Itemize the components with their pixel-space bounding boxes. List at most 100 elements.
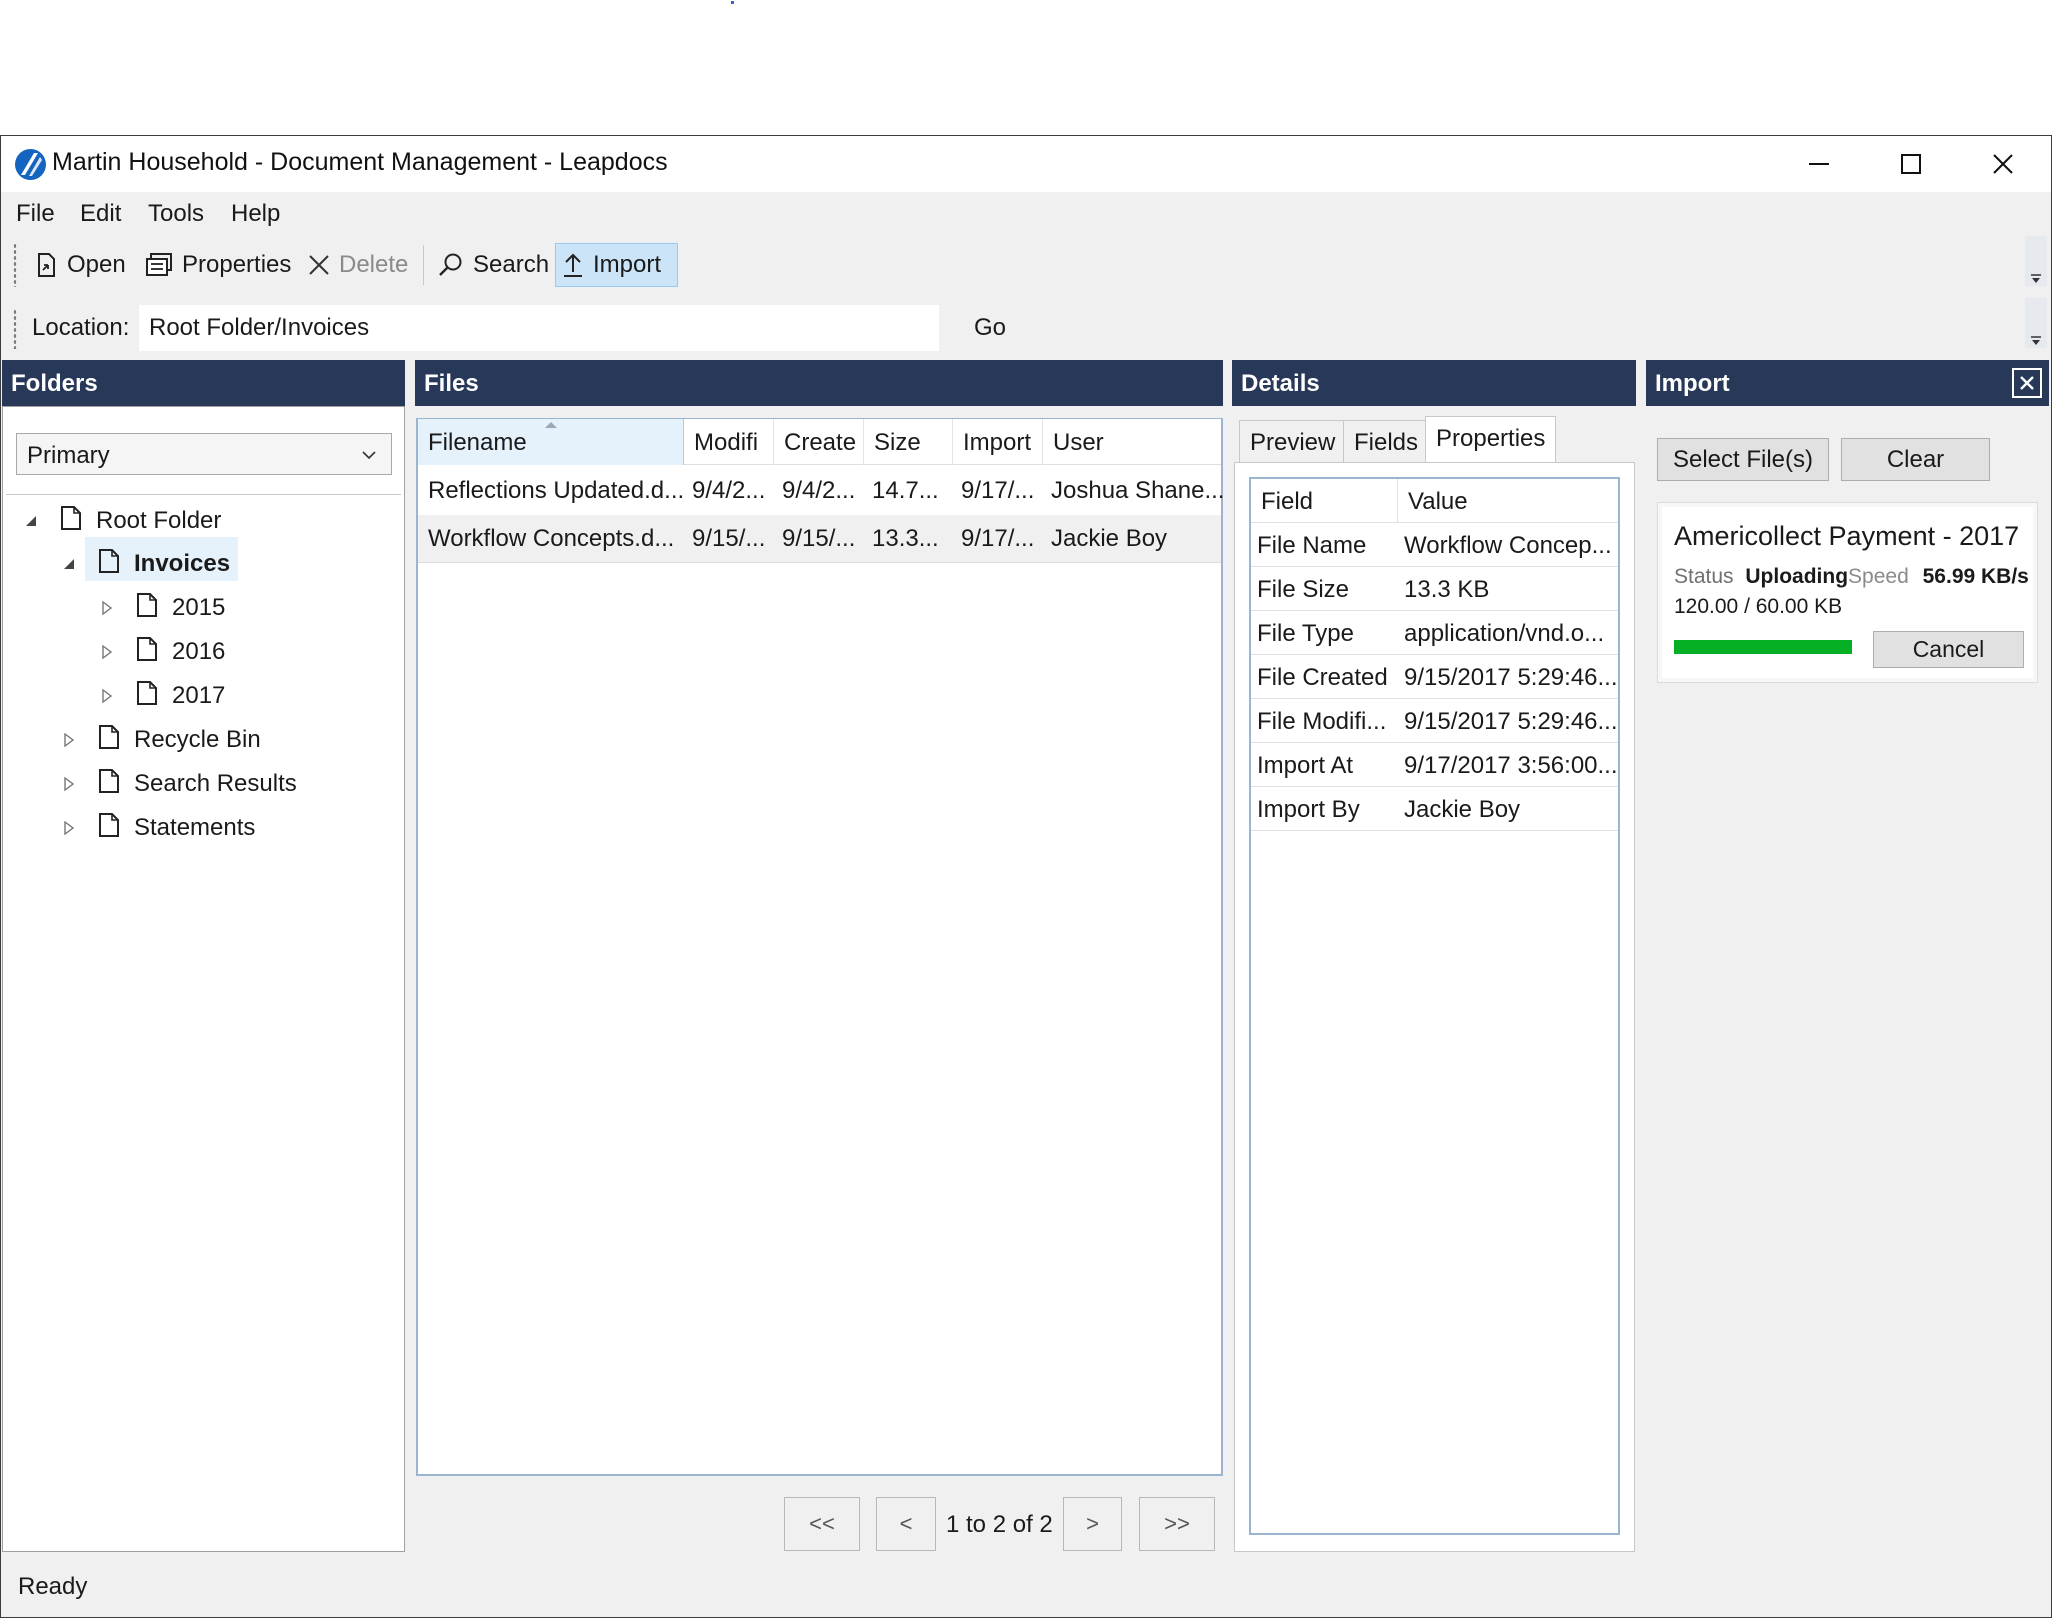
tree-item-statements[interactable]: Statements [54,807,255,849]
property-row[interactable]: File Size 13.3 KB [1251,567,1618,611]
collapsed-arrow-icon[interactable] [92,689,122,703]
toolbar-grip[interactable] [13,243,17,287]
folder-icon [98,768,120,801]
maximize-button[interactable] [1865,136,1957,192]
column-header-filename[interactable]: Filename [418,419,684,465]
first-page-button[interactable]: << [784,1497,860,1551]
tab-properties[interactable]: Properties [1425,416,1557,463]
collapsed-arrow-icon[interactable] [92,601,122,615]
import-job-card: Americollect Payment - 2017 Status Uploa… [1657,502,2038,683]
column-header-size[interactable]: Size [864,419,953,465]
expanded-arrow-icon[interactable] [54,558,84,570]
property-field: File Modifi... [1257,708,1387,735]
table-row[interactable]: Reflections Updated.d... 9/4/2... 9/4/2.… [418,467,1224,515]
folder-view-select[interactable]: Primary [16,433,392,475]
property-row[interactable]: File Created 9/15/2017 5:29:46... [1251,655,1618,699]
speed-value: 56.99 KB/s [1922,565,2029,588]
menu-tools[interactable]: Tools [148,196,204,232]
cancel-import-button[interactable]: Cancel [1873,631,2024,668]
close-icon [2020,376,2034,390]
tree-item-root-folder[interactable]: Root Folder [16,500,221,542]
last-page-button[interactable]: >> [1139,1497,1215,1551]
column-header-value: Value [1408,488,1468,515]
tree-item-2016[interactable]: 2016 [92,631,225,673]
property-row[interactable]: File Modifi... 9/15/2017 5:29:46... [1251,699,1618,743]
tree-label: 2016 [172,638,226,665]
tree-item-invoices[interactable]: Invoices [54,543,230,585]
location-input[interactable] [139,305,939,351]
collapsed-arrow-icon[interactable] [92,645,122,659]
prev-page-button[interactable]: < [876,1497,936,1551]
delete-label: Delete [339,251,409,278]
stray-dot [731,1,734,4]
app-logo-icon [14,148,47,181]
open-button[interactable]: Open [28,243,132,287]
properties-button[interactable]: Properties [139,243,297,287]
toolbar-overflow-button[interactable] [2025,236,2047,286]
column-header-created[interactable]: Create [774,419,864,465]
properties-grid: Field Value File Name Workflow Concep...… [1249,477,1620,1535]
tree-label: Recycle Bin [134,726,261,753]
tree-item-recycle-bin[interactable]: Recycle Bin [54,719,261,761]
delete-button[interactable]: Delete [302,243,414,287]
location-overflow-button[interactable] [2025,298,2047,348]
menu-help[interactable]: Help [231,196,280,232]
sort-ascending-icon [545,422,557,428]
status-bar [1,1558,2051,1617]
tree-label: 2017 [172,682,226,709]
import-progress-fill [1674,640,1852,654]
folder-icon [98,724,120,757]
table-row[interactable]: Workflow Concepts.d... 9/15/... 9/15/...… [418,515,1221,563]
column-header-user[interactable]: User [1043,419,1221,465]
close-window-button[interactable] [1957,136,2049,192]
tab-preview[interactable]: Preview [1239,420,1347,462]
maximize-icon [1901,154,1921,174]
folder-icon [98,548,120,581]
tab-fields[interactable]: Fields [1343,420,1430,462]
menu-bar [1,192,2051,236]
close-icon [1993,154,2013,174]
minimize-button[interactable] [1773,136,1865,192]
column-header-import[interactable]: Import [953,419,1043,465]
clear-button[interactable]: Clear [1841,438,1990,481]
property-row[interactable]: Import By Jackie Boy [1251,787,1618,831]
status-text: Ready [18,1573,88,1600]
property-value: application/vnd.o... [1404,620,1605,647]
property-field: File Name [1257,532,1367,559]
tree-item-2017[interactable]: 2017 [92,675,225,717]
property-row[interactable]: Import At 9/17/2017 3:56:00... [1251,743,1618,787]
files-header: Files [415,360,1223,406]
open-document-icon [38,253,55,277]
property-field: Import At [1257,752,1354,779]
minimize-icon [1809,163,1829,165]
chevron-down-icon [362,451,376,460]
search-button[interactable]: Search [432,243,555,287]
import-button[interactable]: Import [555,243,678,287]
property-field: Import By [1257,796,1360,823]
close-import-panel-button[interactable] [2012,368,2042,398]
collapsed-arrow-icon[interactable] [54,821,84,835]
property-row[interactable]: File Type application/vnd.o... [1251,611,1618,655]
location-label: Location: [32,314,130,341]
select-files-button[interactable]: Select File(s) [1657,438,1829,481]
next-page-button[interactable]: > [1063,1497,1122,1551]
folder-icon [136,636,158,669]
property-row[interactable]: File Name Workflow Concep... [1251,523,1618,567]
expanded-arrow-icon[interactable] [16,515,46,527]
cell-size: 13.3... [872,525,939,552]
properties-header: Field Value [1251,479,1618,523]
import-header: Import [1646,360,2049,406]
import-job-name: Americollect Payment - 2017 [1674,521,2020,551]
property-value: 9/17/2017 3:56:00... [1404,752,1616,779]
tree-item-search-results[interactable]: Search Results [54,763,297,805]
collapsed-arrow-icon[interactable] [54,777,84,791]
collapsed-arrow-icon[interactable] [54,733,84,747]
menu-edit[interactable]: Edit [80,196,121,232]
property-field: File Created [1257,664,1388,691]
tree-item-2015[interactable]: 2015 [92,587,225,629]
location-grip[interactable] [13,309,17,349]
column-header-modified[interactable]: Modifi [684,419,774,465]
menu-file[interactable]: File [16,196,55,232]
go-button[interactable]: Go [974,314,1006,342]
delete-x-icon [309,255,329,275]
